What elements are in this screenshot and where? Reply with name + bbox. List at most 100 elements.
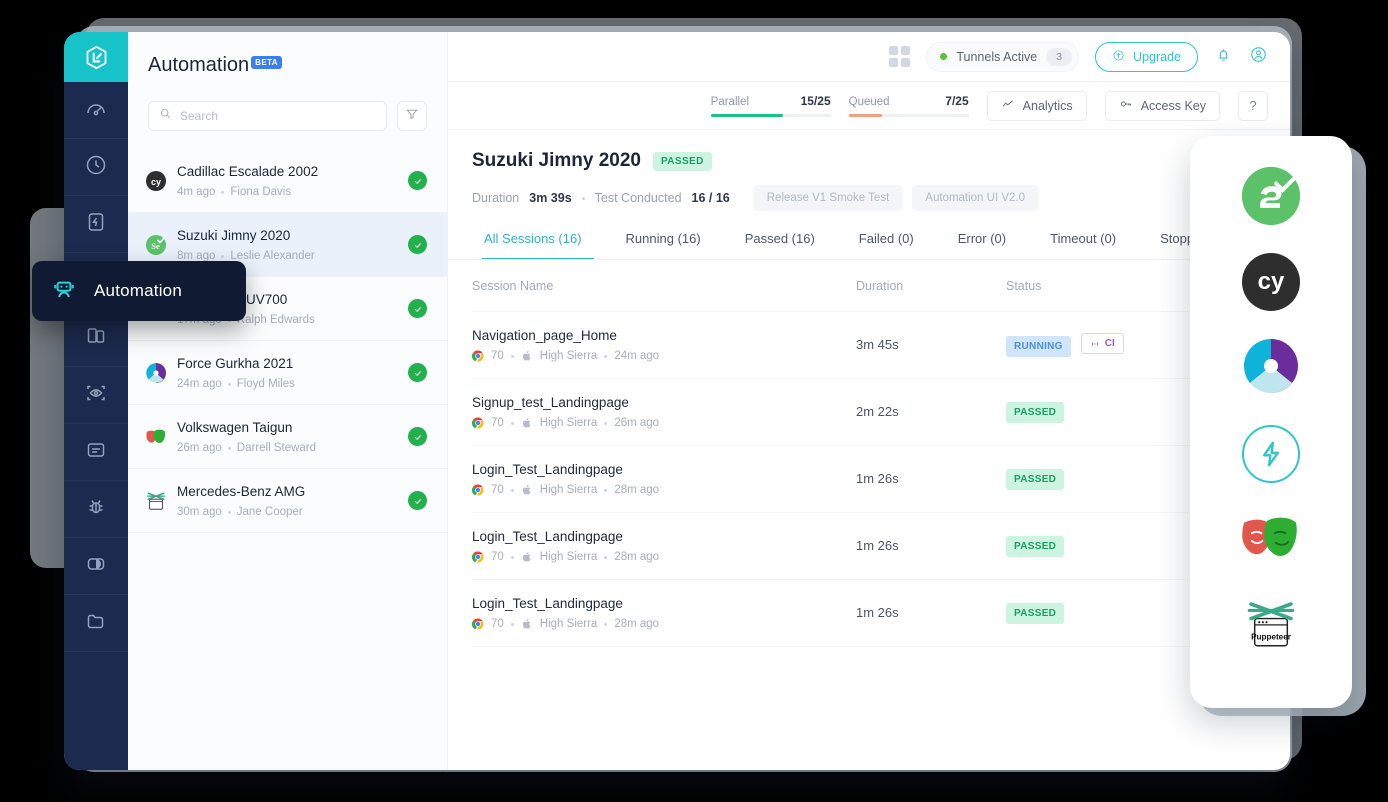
sidebar-item-logs[interactable] (64, 424, 128, 481)
automation-tooltip: Automation (32, 261, 246, 321)
selenium-icon (1242, 167, 1300, 225)
sidebar-item-history[interactable] (64, 139, 128, 196)
session-name: Login_Test_Landingpage (472, 528, 623, 544)
table-row[interactable]: Navigation_page_Home 70 High Sierra 24m ago… (472, 312, 1266, 379)
build-item-user: Floyd Miles (236, 378, 295, 390)
separator-dot (510, 354, 514, 358)
build-meta-row: Duration 3m 39s Test Conducted 16 / 16 R… (472, 185, 1266, 211)
column-header-session-name: Session Name (472, 278, 554, 293)
build-item-meta: 26m ago Darrell Steward (177, 442, 397, 454)
build-item-name: Mercedes-Benz AMG (177, 484, 306, 499)
access-key-button[interactable]: Access Key (1104, 90, 1220, 121)
framework-logo-appium[interactable] (1241, 424, 1301, 484)
key-icon (1119, 97, 1133, 114)
lambdatest-logo-icon[interactable] (64, 32, 128, 82)
filter-button[interactable] (397, 101, 427, 131)
os-name: High Sierra (539, 551, 598, 563)
table-body: Navigation_page_Home 70 High Sierra 24m ago… (472, 312, 1266, 647)
upgrade-button[interactable]: Upgrade (1095, 41, 1198, 72)
search-box[interactable] (148, 101, 387, 131)
column-header-duration: Duration (856, 278, 904, 293)
cypress-label: cy (1257, 268, 1285, 295)
notifications-button[interactable] (1214, 45, 1233, 69)
selenium-icon: Se (146, 234, 166, 255)
tab-failed[interactable]: Failed (0) (837, 231, 936, 259)
help-button[interactable]: ? (1238, 90, 1268, 121)
framework-logo-selenium[interactable] (1241, 166, 1301, 226)
separator-dot (510, 421, 514, 425)
build-tag[interactable]: Release V1 Smoke Test (753, 185, 903, 211)
parallel-gauge: Parallel 15/25 (710, 94, 831, 117)
sidebar-item-dashboard[interactable] (64, 82, 128, 139)
session-time: 26m ago (614, 417, 660, 429)
build-list-item[interactable]: Force Gurkha 2021 24m ago Floyd Miles (128, 341, 447, 405)
build-item-meta: 30m ago Jane Cooper (177, 506, 397, 518)
upload-circle-icon (1112, 49, 1125, 65)
ci-badge-label: CI (1104, 338, 1115, 350)
chrome-icon (472, 551, 484, 563)
session-name-cell: Signup_test_Landingpage 70 High Sierra 26m … (472, 395, 856, 429)
separator-dot (581, 196, 585, 200)
tests-value: 16 / 16 (691, 191, 730, 205)
separator-dot (510, 488, 514, 492)
os-name: High Sierra (539, 417, 598, 429)
lightning-device-icon (84, 210, 108, 239)
tunnels-active-status[interactable]: Tunnels Active 3 (926, 41, 1080, 72)
status-check-icon (408, 171, 427, 190)
analytics-button[interactable]: Analytics (986, 90, 1087, 121)
account-button[interactable] (1249, 45, 1268, 69)
separator-dot (604, 421, 608, 425)
os-name: High Sierra (539, 484, 598, 496)
sidebar-item-projects[interactable] (64, 595, 128, 652)
table-row[interactable]: Signup_test_Landingpage 70 High Sierra 26m … (472, 379, 1266, 446)
build-item-time: 30m ago (177, 506, 222, 518)
apple-icon (521, 417, 533, 429)
testcafe-icon (1242, 337, 1300, 400)
apple-icon (521, 350, 533, 362)
puppeteer-icon (146, 491, 166, 511)
tab-error[interactable]: Error (0) (936, 231, 1028, 259)
apple-icon (521, 484, 533, 496)
framework-logo-playwright[interactable] (1241, 510, 1301, 570)
separator-dot (227, 510, 231, 514)
build-item-text: Mercedes-Benz AMG 30m ago Jane Cooper (177, 483, 397, 518)
browser-version: 70 (491, 417, 504, 429)
build-list-item[interactable]: Mercedes-Benz AMG 30m ago Jane Cooper (128, 469, 447, 533)
upgrade-label: Upgrade (1133, 49, 1181, 64)
sidebar-item-issue-tracker[interactable] (64, 481, 128, 538)
build-status-badge: PASSED (652, 151, 712, 171)
bell-icon (1214, 48, 1233, 68)
tab-all[interactable]: All Sessions (16) (472, 231, 604, 259)
session-name-cell: Login_Test_Landingpage 70 High Sierra 28m a… (472, 462, 856, 496)
testcafe-icon (146, 362, 166, 383)
session-name-cell: Login_Test_Landingpage 70 High Sierra 28m a… (472, 529, 856, 563)
build-tag[interactable]: Automation UI V2.0 (912, 185, 1039, 211)
clock-icon (84, 153, 108, 182)
table-row[interactable]: Login_Test_Landingpage 70 High Sierra 28m a… (472, 513, 1266, 580)
chrome-icon (472, 484, 484, 496)
parallel-value: 15/25 (800, 94, 831, 108)
grid-apps-icon[interactable] (889, 46, 911, 67)
build-list-item[interactable]: Volkswagen Taigun 26m ago Darrell Steward (128, 405, 447, 469)
build-list-item[interactable]: cy Cadillac Escalade 2002 4m ago Fiona Davi… (128, 149, 447, 213)
framework-logo-cypress[interactable]: cy (1241, 252, 1301, 312)
table-row[interactable]: Login_Test_Landingpage 70 High Sierra 28m a… (472, 580, 1266, 647)
framework-logo-testcafe[interactable] (1241, 338, 1301, 398)
build-item-text: Volkswagen Taigun 26m ago Darrell Steward (177, 419, 397, 454)
tab-running[interactable]: Running (16) (604, 231, 723, 259)
sidebar-item-visual-testing[interactable] (64, 367, 128, 424)
session-duration: 3m 45s (856, 337, 899, 352)
build-item-name: Force Gurkha 2021 (177, 356, 294, 371)
sidebar-item-realtime[interactable] (64, 196, 128, 253)
search-input[interactable] (180, 109, 376, 123)
tab-timeout[interactable]: Timeout (0) (1028, 231, 1138, 259)
status-check-icon (408, 363, 427, 382)
table-row[interactable]: Login_Test_Landingpage 70 High Sierra 28m a… (472, 446, 1266, 513)
parallel-progress-track (710, 114, 831, 117)
framework-logo-puppeteer[interactable]: Puppeteer (1241, 596, 1301, 656)
build-header: Suzuki Jimny 2020 PASSED Duration 3m 39s… (448, 130, 1290, 211)
builds-list-header: Automation BETA (128, 32, 447, 131)
tab-passed[interactable]: Passed (16) (723, 231, 837, 259)
session-name-cell: Login_Test_Landingpage 70 High Sierra 28m a… (472, 596, 856, 630)
sidebar-item-responsive[interactable] (64, 538, 128, 595)
